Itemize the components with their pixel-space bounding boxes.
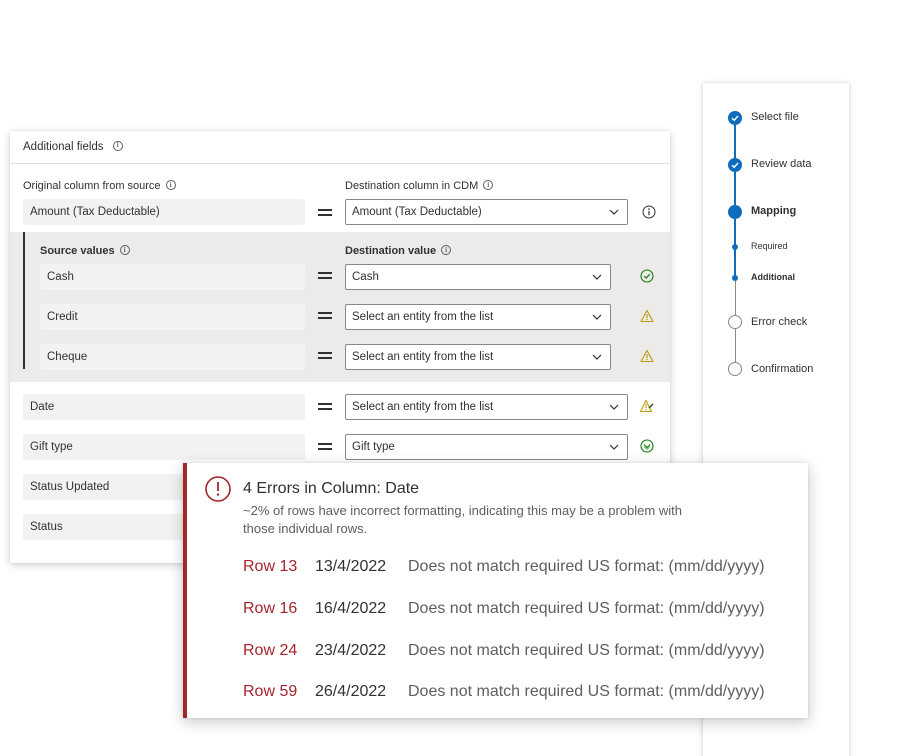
card-header: Additional fields i (10, 131, 670, 164)
error-row-message: Does not match required US format: (mm/d… (408, 683, 765, 700)
info-icon[interactable]: i (119, 245, 130, 256)
error-row-message: Does not match required US format: (mm/d… (408, 558, 765, 575)
equals-icon (318, 271, 332, 280)
chevron-down-icon (592, 274, 602, 280)
source-field-date: Date (23, 394, 305, 420)
chevron-down-icon (609, 404, 619, 410)
error-icon (205, 476, 231, 502)
destination-dropdown-date[interactable]: Select an entity from the list (345, 394, 628, 420)
step-todo-icon (728, 362, 742, 376)
substep-dot-icon (732, 275, 738, 281)
info-icon[interactable]: i (441, 245, 452, 256)
error-row-number[interactable]: Row 59 (243, 683, 297, 701)
warning-icon (640, 309, 654, 323)
substep-additional[interactable]: Additional (751, 272, 795, 282)
dropdown-value: Select an entity from the list (352, 351, 494, 363)
step-select-file[interactable]: Select file (751, 111, 799, 123)
source-value-cheque: Cheque (40, 344, 305, 370)
step-review-data[interactable]: Review data (751, 158, 812, 170)
stepper-connector (735, 329, 736, 363)
destination-dropdown-cash[interactable]: Cash (345, 264, 611, 290)
step-current-icon (728, 205, 742, 219)
error-row-number[interactable]: Row 24 (243, 642, 297, 660)
source-field-amount: Amount (Tax Deductable) (23, 199, 305, 225)
dropdown-value: Amount (Tax Deductable) (352, 206, 482, 218)
error-row-number[interactable]: Row 13 (243, 558, 297, 576)
error-row-date: 26/4/2022 (315, 683, 387, 700)
error-row-number[interactable]: Row 16 (243, 600, 297, 618)
chevron-down-icon (609, 209, 619, 215)
dropdown-value: Select an entity from the list (352, 401, 494, 413)
chevron-down-icon (609, 444, 619, 450)
step-confirmation[interactable]: Confirmation (751, 363, 813, 375)
source-field-gift-type: Gift type (23, 434, 305, 460)
step-done-icon (728, 111, 742, 125)
step-mapping[interactable]: Mapping (751, 205, 796, 217)
step-error-check[interactable]: Error check (751, 316, 807, 328)
destination-dropdown-gift-type[interactable]: Gift type (345, 434, 628, 460)
error-row-date: 13/4/2022 (315, 558, 387, 575)
stepper-connector (734, 172, 736, 207)
error-row-message: Does not match required US format: (mm/d… (408, 600, 765, 617)
stepper-connector (734, 125, 736, 159)
success-check-icon (640, 269, 654, 283)
info-icon[interactable]: i (483, 180, 494, 191)
card-title: Additional fields (23, 141, 104, 153)
stepper-connector (735, 281, 736, 315)
destination-value-label: Destination value (345, 245, 437, 257)
equals-icon (318, 402, 332, 411)
destination-dropdown-cheque[interactable]: Select an entity from the list (345, 344, 611, 370)
destination-dropdown-amount[interactable]: Amount (Tax Deductable) (345, 199, 628, 225)
substep-dot-icon (732, 244, 738, 250)
substep-required[interactable]: Required (751, 241, 788, 251)
dropdown-value: Gift type (352, 441, 395, 453)
step-todo-icon (728, 315, 742, 329)
error-row-message: Does not match required US format: (mm/d… (408, 642, 765, 659)
equals-icon (318, 442, 332, 451)
info-icon[interactable]: i (165, 180, 176, 191)
destination-column-label: Destination column in CDM (345, 180, 479, 192)
warning-edit-icon[interactable] (640, 399, 654, 413)
error-row-date: 23/4/2022 (315, 642, 387, 659)
original-column-label: Original column from source (23, 180, 161, 192)
info-icon[interactable]: i (112, 140, 123, 151)
source-value-credit: Credit (40, 304, 305, 330)
source-value-cash: Cash (40, 264, 305, 290)
error-popup-title: 4 Errors in Column: Date (243, 480, 420, 497)
info-circle-icon[interactable] (642, 205, 656, 219)
success-expand-icon[interactable] (640, 439, 654, 453)
destination-dropdown-credit[interactable]: Select an entity from the list (345, 304, 611, 330)
equals-icon (318, 351, 332, 360)
chevron-down-icon (592, 314, 602, 320)
error-popup: 4 Errors in Column: Date ~2% of rows hav… (183, 463, 808, 718)
step-done-icon (728, 158, 742, 172)
source-values-label: Source values (40, 245, 115, 257)
dropdown-value: Select an entity from the list (352, 311, 494, 323)
equals-icon (318, 208, 332, 217)
warning-icon (640, 349, 654, 363)
error-popup-description: ~2% of rows have incorrect formatting, i… (243, 503, 682, 536)
dropdown-value: Cash (352, 271, 379, 283)
equals-icon (318, 311, 332, 320)
group-indicator-bar (23, 232, 25, 369)
error-row-date: 16/4/2022 (315, 600, 387, 617)
chevron-down-icon (592, 354, 602, 360)
